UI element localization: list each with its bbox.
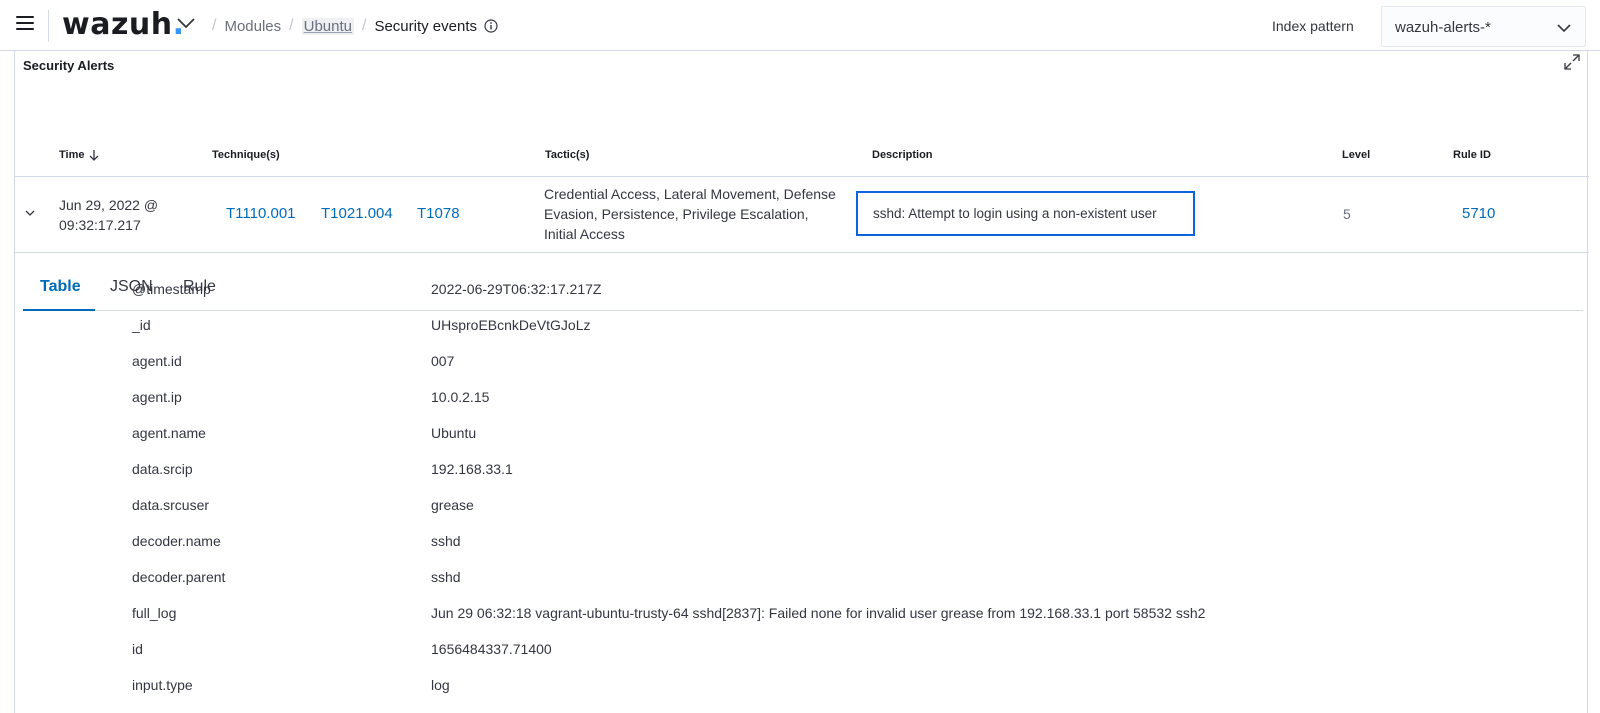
table-row: decoder.name sshd xyxy=(15,533,1589,569)
logo-text: wazuh xyxy=(62,7,173,42)
breadcrumb-agent[interactable]: Ubuntu xyxy=(301,17,354,35)
divider xyxy=(48,10,49,42)
column-header-time[interactable]: Time xyxy=(59,149,100,162)
field-name: data.srcuser xyxy=(132,497,210,513)
time-cell: Jun 29, 2022 @ 09:32:17.217 xyxy=(59,195,179,235)
field-value: Jun 29 06:32:18 vagrant-ubuntu-trusty-64… xyxy=(431,605,1206,621)
field-name: agent.id xyxy=(132,353,182,369)
field-value: 1656484337.71400 xyxy=(431,641,552,657)
breadcrumb-modules[interactable]: Modules xyxy=(224,18,281,35)
security-alerts-panel: Security Alerts Time Technique(s) Tactic… xyxy=(14,51,1589,713)
field-name: decoder.name xyxy=(132,533,221,549)
top-navigation-bar: wazuh. / Modules / Ubuntu / Security eve… xyxy=(0,0,1600,51)
chevron-down-icon xyxy=(1557,24,1571,33)
fullscreen-expand-icon[interactable] xyxy=(1563,53,1581,71)
field-name: _id xyxy=(132,317,151,333)
field-value: 192.168.33.1 xyxy=(431,461,513,477)
table-row: full_log Jun 29 06:32:18 vagrant-ubuntu-t… xyxy=(15,605,1589,641)
field-value: log xyxy=(431,677,450,693)
field-name: agent.name xyxy=(132,425,206,441)
technique-link[interactable]: T1078 xyxy=(417,205,460,222)
field-value: 10.0.2.15 xyxy=(431,389,490,405)
breadcrumb-separator: / xyxy=(212,17,217,34)
time-date: Jun 29, 2022 @ xyxy=(59,197,159,213)
index-pattern-value: wazuh-alerts-* xyxy=(1395,19,1491,36)
sort-descending-icon[interactable] xyxy=(88,149,100,162)
field-value: 007 xyxy=(431,353,455,369)
field-value: sshd xyxy=(431,569,461,585)
panel-title: Security Alerts xyxy=(23,58,115,73)
breadcrumb-separator: / xyxy=(289,17,294,34)
description-text: sshd: Attempt to login using a non-exist… xyxy=(873,206,1157,221)
breadcrumb-current: Security events xyxy=(374,17,477,35)
chevron-down-icon[interactable] xyxy=(24,207,36,219)
rule-id-link[interactable]: 5710 xyxy=(1462,205,1495,222)
technique-link[interactable]: T1021.004 xyxy=(321,205,393,222)
table-row: @timestamp 2022-06-29T06:32:17.217Z xyxy=(15,281,1589,317)
divider xyxy=(15,252,1589,253)
column-header-description[interactable]: Description xyxy=(872,149,933,161)
table-row: _id UHsproEBcnkDeVtGJoLz xyxy=(15,317,1589,353)
field-value: Ubuntu xyxy=(431,425,477,441)
table-row: id 1656484337.71400 xyxy=(15,641,1589,677)
field-name: decoder.parent xyxy=(132,569,226,585)
table-row: agent.name Ubuntu xyxy=(15,425,1589,461)
index-pattern-select[interactable]: wazuh-alerts-* xyxy=(1381,6,1586,47)
index-pattern-label: Index pattern xyxy=(1272,18,1354,34)
field-name: input.type xyxy=(132,677,193,693)
chevron-down-icon[interactable] xyxy=(176,16,196,30)
field-name: @timestamp xyxy=(132,281,211,297)
column-header-tactics[interactable]: Tactic(s) xyxy=(545,149,589,161)
field-value: grease xyxy=(431,497,474,513)
time-clock: 09:32:17.217 xyxy=(59,217,141,233)
column-header-level[interactable]: Level xyxy=(1342,149,1370,161)
description-cell[interactable]: sshd: Attempt to login using a non-exist… xyxy=(856,191,1195,236)
info-icon[interactable] xyxy=(484,19,498,33)
table-row: agent.ip 10.0.2.15 xyxy=(15,389,1589,425)
table-row[interactable]: Jun 29, 2022 @ 09:32:17.217 T1110.001 T1… xyxy=(15,177,1589,252)
breadcrumb: / Modules / Ubuntu / Security events xyxy=(204,17,498,35)
wazuh-logo[interactable]: wazuh. xyxy=(62,7,185,42)
field-name: full_log xyxy=(132,605,177,621)
column-header-techniques[interactable]: Technique(s) xyxy=(212,149,280,161)
field-value: sshd xyxy=(431,533,461,549)
field-name: agent.ip xyxy=(132,389,182,405)
table-row: decoder.parent sshd xyxy=(15,569,1589,605)
table-row: agent.id 007 xyxy=(15,353,1589,389)
menu-icon[interactable] xyxy=(16,16,34,32)
level-cell: 5 xyxy=(1343,206,1351,222)
field-name: data.srcip xyxy=(132,461,193,477)
column-header-rule-id[interactable]: Rule ID xyxy=(1453,149,1491,161)
tactics-cell: Credential Access, Lateral Movement, Def… xyxy=(544,186,836,242)
column-header-label: Time xyxy=(59,149,85,161)
technique-link[interactable]: T1110.001 xyxy=(226,205,296,222)
breadcrumb-separator: / xyxy=(361,17,367,34)
field-value: 2022-06-29T06:32:17.217Z xyxy=(431,281,602,297)
table-row: data.srcip 192.168.33.1 xyxy=(15,461,1589,497)
field-value: UHsproEBcnkDeVtGJoLz xyxy=(431,317,591,333)
table-row: data.srcuser grease xyxy=(15,497,1589,533)
table-row: input.type log xyxy=(15,677,1589,713)
field-name: id xyxy=(132,641,143,657)
